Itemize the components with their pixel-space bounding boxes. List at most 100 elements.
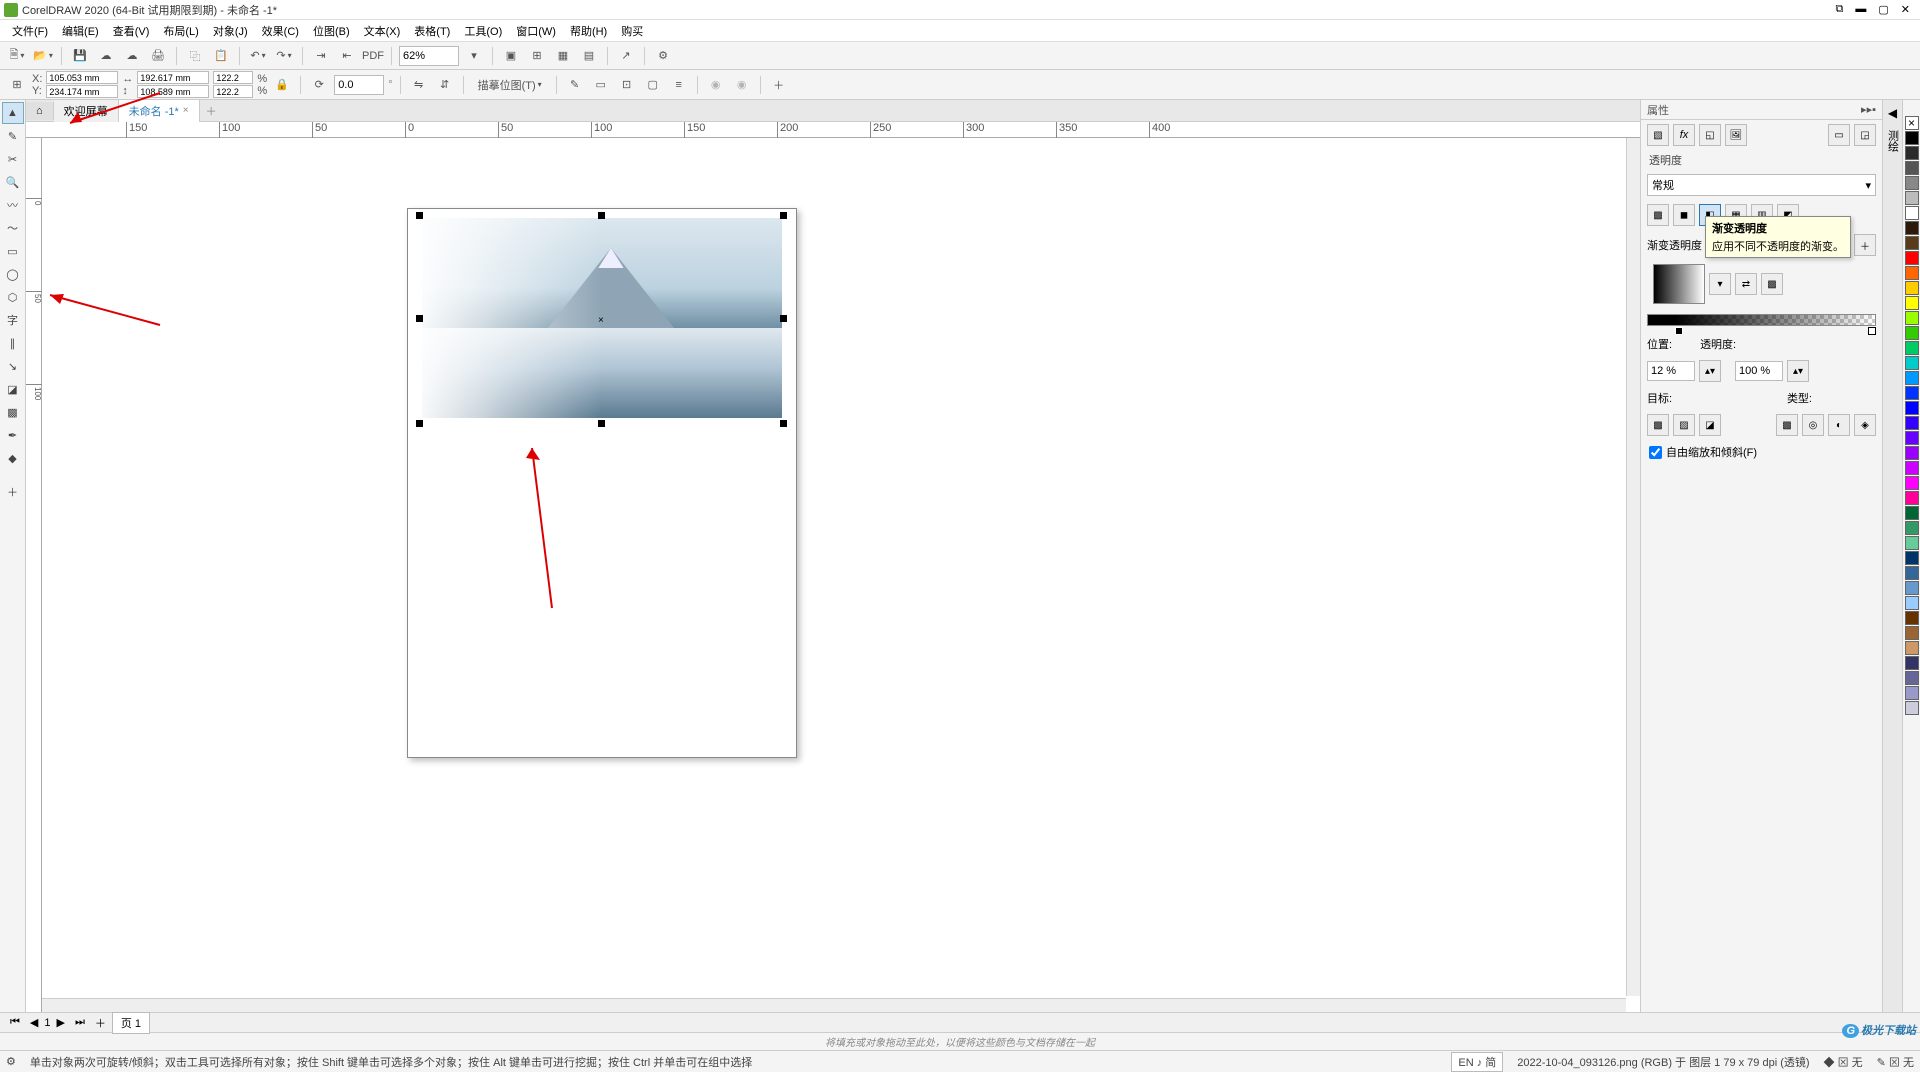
- prop-fx-icon[interactable]: fx: [1673, 124, 1695, 146]
- transparency-tool[interactable]: ▩: [2, 401, 24, 423]
- type-linear-icon[interactable]: ▩: [1776, 414, 1798, 436]
- swatch-none[interactable]: [1905, 116, 1919, 130]
- trace-bitmap-button[interactable]: 描摹位图(T): [471, 74, 549, 96]
- zoom-dropdown[interactable]: ▾: [463, 45, 485, 67]
- import-button[interactable]: ⇥: [310, 45, 332, 67]
- swatch[interactable]: [1905, 641, 1919, 655]
- fill-tool[interactable]: ◆: [2, 447, 24, 469]
- swatch[interactable]: [1905, 596, 1919, 610]
- trans-uniform-icon[interactable]: ◼: [1673, 204, 1695, 226]
- swatch[interactable]: [1905, 371, 1919, 385]
- lock-ratio-icon[interactable]: 🔒: [271, 74, 293, 96]
- swatch[interactable]: [1905, 506, 1919, 520]
- shadow-tool[interactable]: ◪: [2, 378, 24, 400]
- swatch[interactable]: [1905, 296, 1919, 310]
- swatch[interactable]: [1905, 476, 1919, 490]
- cloud-up-button[interactable]: ☁: [95, 45, 117, 67]
- swatch[interactable]: [1905, 206, 1919, 220]
- prop-fill-icon[interactable]: ◱: [1699, 124, 1721, 146]
- swatch[interactable]: [1905, 251, 1919, 265]
- rectangle-tool[interactable]: ▭: [2, 240, 24, 262]
- handle-sw[interactable]: [416, 420, 423, 427]
- swatch[interactable]: [1905, 626, 1919, 640]
- swatch[interactable]: [1905, 131, 1919, 145]
- shape-tool[interactable]: ✎: [2, 125, 24, 147]
- crop-bitmap-icon[interactable]: ⊡: [616, 74, 638, 96]
- launch-button[interactable]: ↗: [615, 45, 637, 67]
- swatch[interactable]: [1905, 311, 1919, 325]
- open-window-icon[interactable]: ⧉: [1836, 3, 1844, 16]
- scale-y-input[interactable]: [213, 85, 253, 98]
- swatch[interactable]: [1905, 386, 1919, 400]
- target-fill-icon[interactable]: ▩: [1647, 414, 1669, 436]
- menu-layout[interactable]: 布局(L): [157, 21, 204, 41]
- welcome-tab[interactable]: 欢迎屏幕: [54, 100, 119, 122]
- object-origin-icon[interactable]: ⊞: [6, 74, 28, 96]
- pdf-button[interactable]: PDF: [362, 45, 384, 67]
- save-button[interactable]: 💾: [69, 45, 91, 67]
- open-button[interactable]: 📂: [32, 45, 54, 67]
- wrap-text-icon[interactable]: ≡: [668, 74, 690, 96]
- zoom-tool[interactable]: 🔍: [2, 171, 24, 193]
- page-first[interactable]: ⏮: [6, 1016, 24, 1029]
- rotation-input[interactable]: [334, 75, 384, 95]
- docker-menu-icon[interactable]: ▪: [1872, 104, 1876, 116]
- print-button[interactable]: 🖨: [147, 45, 169, 67]
- mirror-v-icon[interactable]: ⇵: [434, 74, 456, 96]
- handle-e[interactable]: [780, 315, 787, 322]
- size-w-input[interactable]: [137, 71, 209, 84]
- docker-tab-arrow[interactable]: ◀: [1888, 106, 1897, 120]
- menu-object[interactable]: 对象(J): [207, 21, 254, 41]
- handle-w[interactable]: [416, 315, 423, 322]
- swatch[interactable]: [1905, 656, 1919, 670]
- export-button[interactable]: ⇤: [336, 45, 358, 67]
- gradient-stop-2[interactable]: [1868, 327, 1876, 335]
- page-add[interactable]: ＋: [91, 1015, 110, 1031]
- target-all-icon[interactable]: ◪: [1699, 414, 1721, 436]
- guides-button[interactable]: ▤: [578, 45, 600, 67]
- docker-tab-measure[interactable]: 测绘: [1883, 124, 1903, 158]
- grid-button[interactable]: ▦: [552, 45, 574, 67]
- swatch[interactable]: [1905, 416, 1919, 430]
- handle-n[interactable]: [598, 212, 605, 219]
- target-outline-icon[interactable]: ▨: [1673, 414, 1695, 436]
- menu-tools[interactable]: 工具(O): [458, 21, 508, 41]
- redo-button[interactable]: ↷: [273, 45, 295, 67]
- size-h-input[interactable]: [137, 85, 209, 98]
- swatch[interactable]: [1905, 281, 1919, 295]
- menu-table[interactable]: 表格(T): [408, 21, 456, 41]
- prop-outline-icon[interactable]: ▧: [1647, 124, 1669, 146]
- scrollbar-h[interactable]: [42, 998, 1626, 1012]
- trans-none-icon[interactable]: ▩: [1647, 204, 1669, 226]
- menu-file[interactable]: 文件(F): [6, 21, 54, 41]
- swatch[interactable]: [1905, 356, 1919, 370]
- connector-tool[interactable]: ↘: [2, 355, 24, 377]
- swatch[interactable]: [1905, 671, 1919, 685]
- document-tab[interactable]: 未命名 -1*×: [119, 100, 200, 122]
- add-node-button[interactable]: ＋: [1854, 234, 1876, 256]
- position-input[interactable]: 12 %: [1647, 361, 1695, 381]
- transparency-input[interactable]: 100 %: [1735, 361, 1783, 381]
- copy-button[interactable]: ⿻: [184, 45, 206, 67]
- options-button[interactable]: ⚙: [652, 45, 674, 67]
- swatch[interactable]: [1905, 431, 1919, 445]
- gear-icon[interactable]: ⚙: [6, 1055, 16, 1068]
- add-preset-icon[interactable]: ＋: [768, 74, 790, 96]
- type-square-icon[interactable]: ◈: [1854, 414, 1876, 436]
- swatch[interactable]: [1905, 326, 1919, 340]
- close-icon[interactable]: ✕: [1901, 3, 1910, 16]
- swatch[interactable]: [1905, 401, 1919, 415]
- new-button[interactable]: 🗎: [6, 45, 28, 67]
- mirror-h-icon[interactable]: ⇋: [408, 74, 430, 96]
- minimize-icon[interactable]: ▬: [1855, 3, 1866, 16]
- menu-buy[interactable]: 购买: [615, 21, 649, 41]
- reverse-gradient-icon[interactable]: ⇄: [1735, 273, 1757, 295]
- menu-bitmap[interactable]: 位图(B): [307, 21, 356, 41]
- artistic-tool[interactable]: 〜: [2, 217, 24, 239]
- pos-x-input[interactable]: [46, 71, 118, 84]
- page-next[interactable]: ▶: [53, 1016, 69, 1029]
- handle-nw[interactable]: [416, 212, 423, 219]
- eyedropper-tool[interactable]: ✒: [2, 424, 24, 446]
- position-stepper[interactable]: ▴▾: [1699, 360, 1721, 382]
- type-radial-icon[interactable]: ◎: [1802, 414, 1824, 436]
